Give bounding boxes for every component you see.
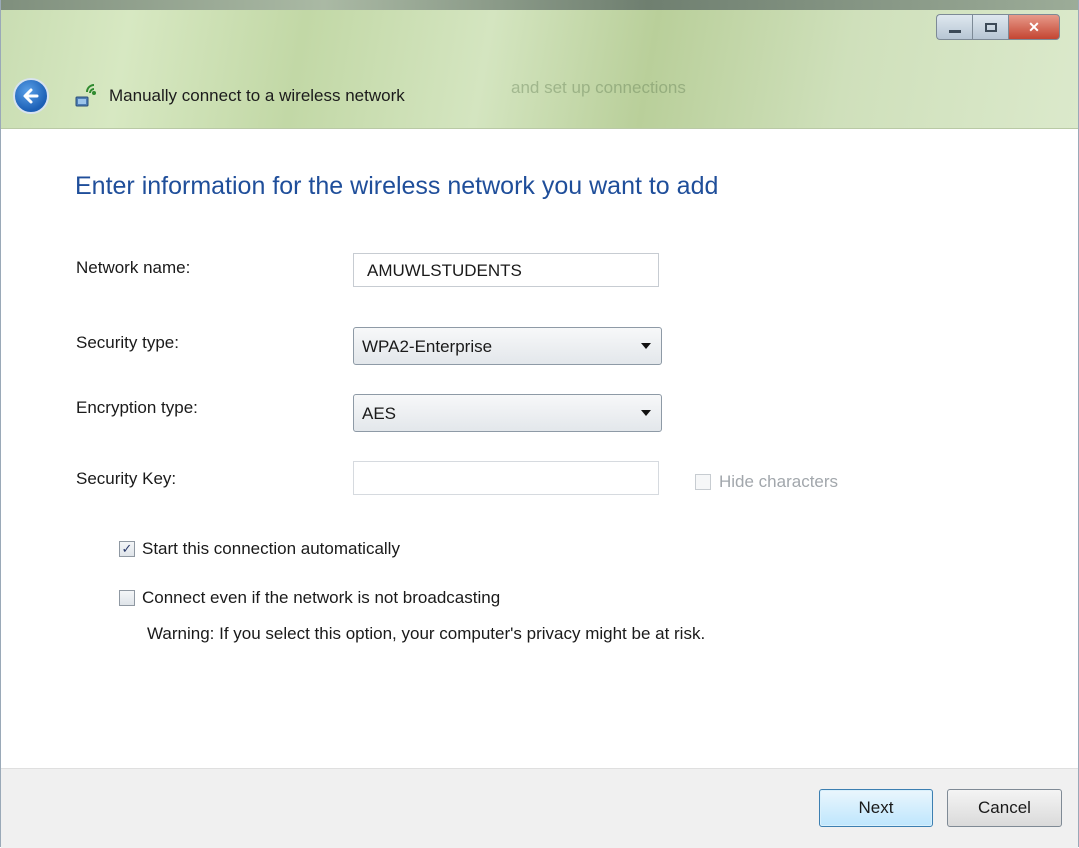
security-type-label: Security type: <box>76 333 179 352</box>
start-automatically-label: Start this connection automatically <box>142 539 400 558</box>
background-window-title: and set up connections <box>511 78 686 97</box>
dropdown-arrow-icon <box>641 410 651 416</box>
next-button[interactable]: Next <box>819 789 933 827</box>
maximize-button[interactable] <box>972 14 1008 40</box>
encryption-type-select[interactable]: AES <box>353 394 662 432</box>
hide-characters-checkbox[interactable] <box>695 474 711 490</box>
dropdown-arrow-icon <box>641 343 651 349</box>
minimize-button[interactable] <box>936 14 972 40</box>
maximize-icon <box>984 22 997 32</box>
security-type-value: WPA2-Enterprise <box>362 337 493 356</box>
security-key-input[interactable] <box>353 461 659 495</box>
title-bar-frame <box>1 0 1078 10</box>
hide-characters-label: Hide characters <box>719 472 839 491</box>
checkmark-icon: ✓ <box>121 541 133 556</box>
close-icon: ✕ <box>1028 18 1040 35</box>
security-key-label: Security Key: <box>76 469 177 488</box>
back-arrow-icon <box>23 88 39 104</box>
start-automatically-checkbox[interactable]: ✓ <box>119 541 135 557</box>
caption-buttons: ✕ <box>936 14 1060 42</box>
back-button[interactable] <box>13 78 49 114</box>
connect-hidden-label: Connect even if the network is not broad… <box>142 588 501 607</box>
cancel-button[interactable]: Cancel <box>947 789 1062 827</box>
network-name-input[interactable]: AMUWLSTUDENTS <box>353 253 659 287</box>
encryption-type-value: AES <box>362 404 397 423</box>
security-type-select[interactable]: WPA2-Enterprise <box>353 327 662 365</box>
title-bar: and set up connections ✕ Manually connec… <box>1 0 1078 129</box>
dialog-window: and set up connections ✕ Manually connec… <box>0 0 1079 848</box>
wireless-network-icon <box>75 84 96 107</box>
close-button[interactable]: ✕ <box>1008 14 1060 40</box>
encryption-type-label: Encryption type: <box>76 398 198 417</box>
window-title: Manually connect to a wireless network <box>109 86 405 105</box>
privacy-warning-text: Warning: If you select this option, your… <box>147 624 706 643</box>
minimize-icon <box>948 29 961 33</box>
network-name-label: Network name: <box>76 258 191 277</box>
connect-hidden-checkbox[interactable] <box>119 590 135 606</box>
page-heading: Enter information for the wireless netwo… <box>75 172 719 200</box>
